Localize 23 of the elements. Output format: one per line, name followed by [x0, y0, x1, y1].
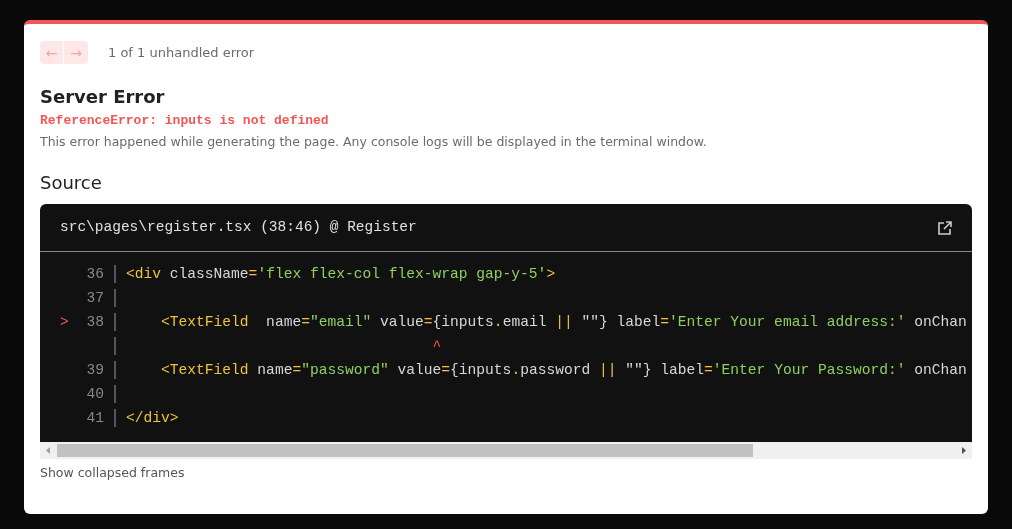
- source-heading: Source: [40, 171, 103, 195]
- horizontal-scrollbar[interactable]: [40, 442, 972, 460]
- error-message: ReferenceError: inputs is not defined: [40, 111, 330, 130]
- current-line-marker: >: [60, 313, 69, 330]
- line-number: 39: [86, 361, 104, 378]
- error-count: 1 of 1 unhandled error: [108, 43, 255, 62]
- next-error-button[interactable]: →: [64, 41, 88, 64]
- error-caret: ^: [431, 338, 442, 354]
- line-number: 36: [86, 265, 104, 282]
- previous-error-button[interactable]: ←: [40, 41, 64, 64]
- show-collapsed-frames-link[interactable]: Show collapsed frames: [40, 464, 185, 483]
- open-external-icon[interactable]: [938, 220, 952, 235]
- code-line: </div>: [126, 410, 179, 426]
- code-line: <TextField name="password" value={inputs.password || ""} label='Enter Your Password:' onChan: [160, 362, 967, 378]
- line-number: 38: [86, 313, 104, 330]
- error-description: This error happened while generating the page. Any console logs will be displayed in the terminal window.: [40, 133, 708, 151]
- code-line: <div className='flex flex-col flex-wrap gap-y-5'>: [126, 266, 556, 282]
- line-number: 40: [86, 385, 104, 402]
- line-number: 37: [86, 289, 104, 306]
- file-location: src\pages\register.tsx (38:46) @ Register: [60, 217, 417, 237]
- code-line: <TextField name="email" value={inputs.email || ""} label='Enter Your email address:' onChan: [160, 314, 967, 330]
- error-title: Server Error: [40, 86, 166, 109]
- line-number: 41: [86, 409, 104, 426]
